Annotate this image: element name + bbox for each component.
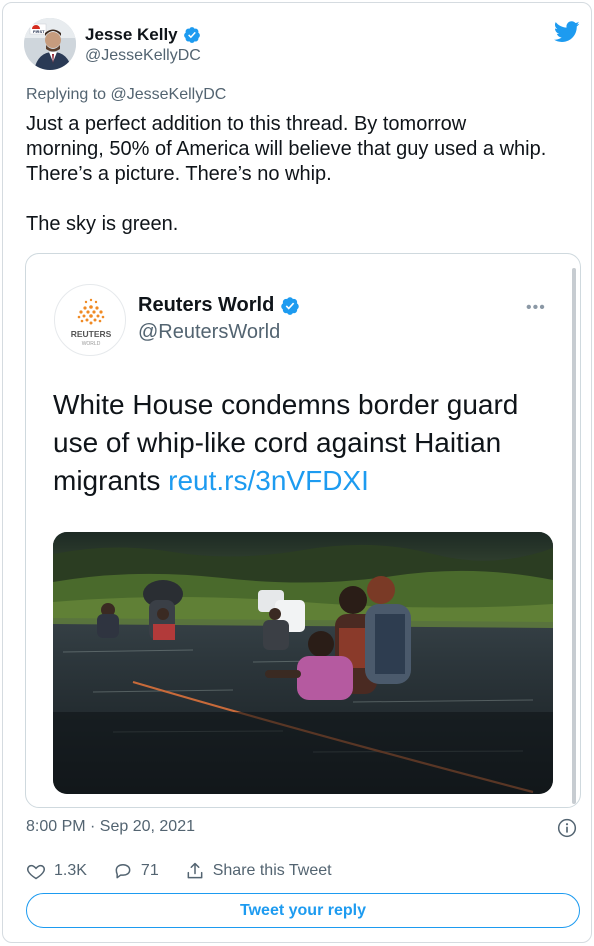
like-action[interactable]: 1.3K — [26, 861, 87, 881]
more-icon[interactable]: ••• — [526, 299, 546, 317]
tweet-closing-line: The sky is green. — [26, 213, 179, 235]
author-name-row[interactable]: Jesse Kelly — [85, 25, 201, 45]
quoted-avatar-sublabel: WORLD — [82, 341, 101, 347]
quoted-tweet[interactable]: REUTERS WORLD Reuters World @ReutersWorl… — [25, 253, 581, 808]
share-label: Share this Tweet — [212, 862, 332, 879]
reply-context-handle[interactable]: @JesseKellyDC — [111, 86, 227, 103]
tweet-line: morning, 50% of America will believe tha… — [26, 138, 547, 160]
author-name[interactable]: Jesse Kelly — [85, 25, 178, 45]
tweet-actions: 1.3K 71 Share this Tweet — [26, 861, 358, 881]
share-action[interactable]: Share this Tweet — [185, 861, 332, 881]
verified-icon — [183, 27, 200, 43]
quoted-avatar-label: REUTERS — [71, 329, 112, 339]
tweet-line: There’s a picture. There’s no whip. — [26, 163, 332, 185]
like-count: 1.3K — [54, 862, 87, 879]
verified-icon — [281, 296, 300, 315]
reply-context: Replying to @JesseKellyDC — [26, 86, 226, 104]
scrollbar[interactable] — [572, 268, 576, 804]
author-avatar[interactable]: FIRST — [24, 18, 76, 70]
twitter-bird-icon[interactable] — [554, 21, 580, 43]
quoted-name[interactable]: Reuters World — [138, 294, 274, 317]
quoted-avatar[interactable]: REUTERS WORLD — [54, 284, 126, 356]
reply-action[interactable]: 71 — [113, 861, 159, 881]
heart-icon — [26, 864, 46, 880]
author-handle[interactable]: @JesseKellyDC — [85, 47, 201, 65]
quoted-handle[interactable]: @ReutersWorld — [138, 321, 280, 344]
tweet-your-reply-button[interactable]: Tweet your reply — [26, 893, 580, 928]
info-icon[interactable] — [557, 818, 577, 838]
share-icon — [187, 862, 203, 879]
quoted-photo[interactable] — [53, 532, 553, 794]
quoted-name-row[interactable]: Reuters World — [138, 294, 300, 317]
tweet-card: FIRST Jesse Kelly @JesseKellyDC Replying… — [2, 2, 592, 943]
quoted-link[interactable]: reut.rs/3nVFDXI — [168, 465, 369, 496]
svg-text:FIRST: FIRST — [33, 29, 45, 34]
tweet-timestamp[interactable]: 8:00 PM · Sep 20, 2021 — [26, 818, 195, 836]
tweet-text: Just a perfect addition to this thread. … — [26, 112, 586, 237]
reply-count: 71 — [140, 862, 159, 879]
tweet-line: Just a perfect addition to this thread. … — [26, 113, 467, 135]
reply-context-prefix: Replying to — [26, 86, 111, 103]
quoted-text: White House condemns border guard use of… — [53, 386, 563, 500]
reply-icon — [115, 864, 131, 879]
